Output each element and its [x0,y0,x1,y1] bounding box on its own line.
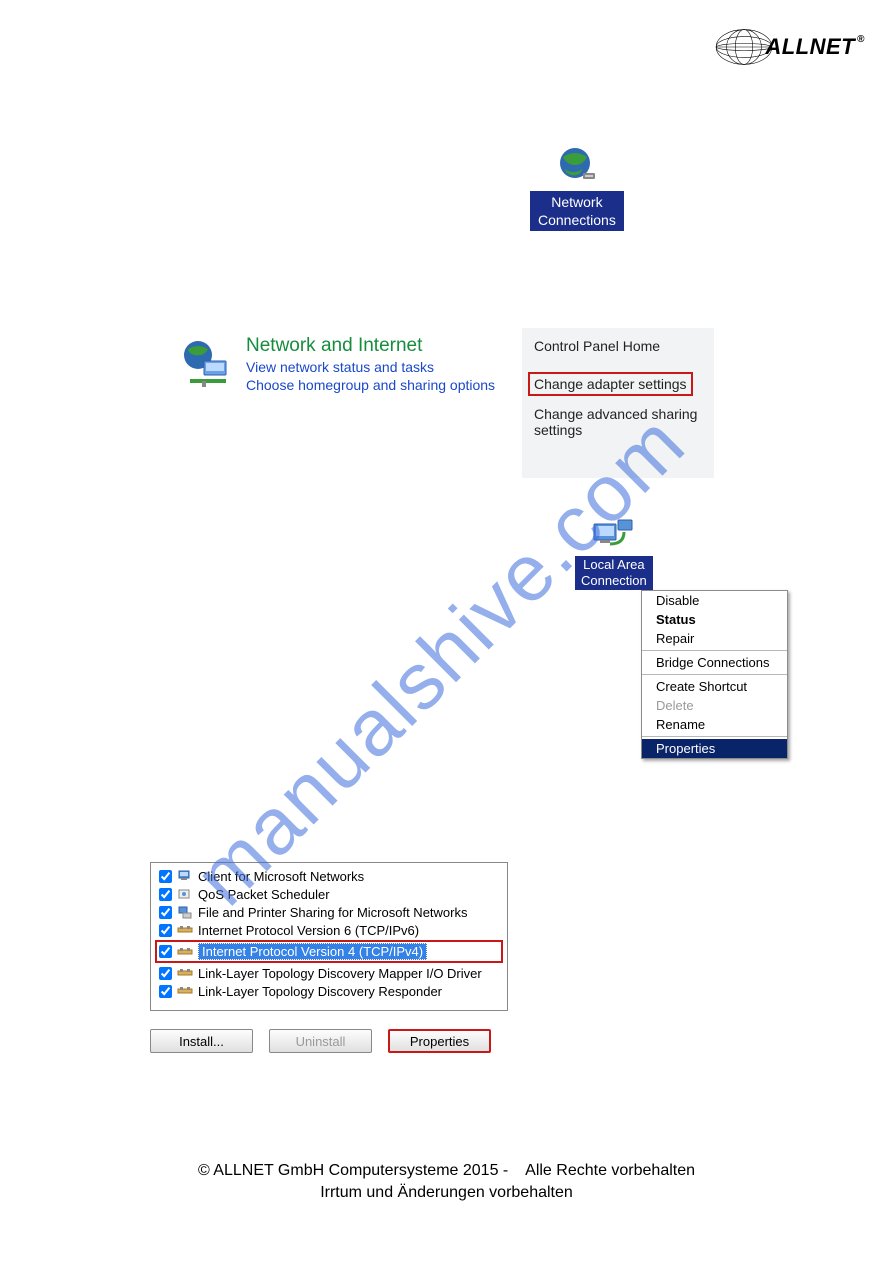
list-item-label: QoS Packet Scheduler [198,887,330,902]
client-icon [177,868,193,884]
menu-properties[interactable]: Properties [642,739,787,758]
control-panel-home-link[interactable]: Control Panel Home [534,338,702,354]
network-and-internet-section: Network and Internet View network status… [180,335,495,393]
properties-button[interactable]: Properties [388,1029,491,1053]
brand-logo: ALLNET® [715,18,865,76]
list-item[interactable]: Client for Microsoft Networks [157,867,501,885]
menu-delete: Delete [642,696,787,715]
menu-repair[interactable]: Repair [642,629,787,648]
menu-bridge[interactable]: Bridge Connections [642,653,787,672]
list-item-label: File and Printer Sharing for Microsoft N… [198,905,467,920]
network-components-list: Client for Microsoft Networks QoS Packet… [150,862,508,1011]
list-item-label: Internet Protocol Version 4 (TCP/IPv4) [198,943,427,960]
menu-shortcut[interactable]: Create Shortcut [642,677,787,696]
change-advanced-sharing-link[interactable]: Change advanced sharing settings [534,406,702,438]
menu-status[interactable]: Status [642,610,787,629]
connection-context-menu: Disable Status Repair Bridge Connections… [641,590,788,759]
qos-icon [177,886,193,902]
menu-rename[interactable]: Rename [642,715,787,734]
list-item-label: Link-Layer Topology Discovery Responder [198,984,442,999]
printer-share-icon [177,904,193,920]
change-adapter-settings-link[interactable]: Change adapter settings [528,372,693,396]
protocol-icon [177,944,193,960]
footer-disclaimer: Irrtum und Änderungen vorbehalten [0,1182,893,1204]
uninstall-button: Uninstall [269,1029,372,1053]
list-item[interactable]: Link-Layer Topology Discovery Mapper I/O… [157,964,501,982]
network-connections-label: Network Connections [530,191,624,231]
list-item-label: Client for Microsoft Networks [198,869,364,884]
view-status-link[interactable]: View network status and tasks [246,359,495,375]
checkbox[interactable] [159,924,172,937]
globe-wire-icon [715,18,773,76]
menu-separator [642,736,787,737]
list-item-label: Link-Layer Topology Discovery Mapper I/O… [198,966,482,981]
homegroup-link[interactable]: Choose homegroup and sharing options [246,377,495,393]
page-footer: © ALLNET GmbH Computersysteme 2015 - All… [0,1160,893,1204]
lan-adapter-icon [590,518,638,554]
list-item-label: Internet Protocol Version 6 (TCP/IPv6) [198,923,419,938]
dialog-buttons-row: Install... Uninstall Properties [150,1029,491,1053]
network-internet-title[interactable]: Network and Internet [246,335,495,357]
menu-separator [642,650,787,651]
list-item[interactable]: File and Printer Sharing for Microsoft N… [157,903,501,921]
local-area-connection-label: Local Area Connection [575,556,653,590]
list-item[interactable]: Internet Protocol Version 6 (TCP/IPv6) [157,921,501,939]
checkbox[interactable] [159,985,172,998]
network-connections-icon-block[interactable]: Network Connections [530,145,624,231]
network-globe-icon [555,145,599,185]
control-panel-sidebar: Control Panel Home Change adapter settin… [522,328,714,478]
list-item[interactable]: Link-Layer Topology Discovery Responder [157,982,501,1000]
checkbox[interactable] [159,945,172,958]
brand-name: ALLNET® [765,34,865,60]
install-button[interactable]: Install... [150,1029,253,1053]
list-item-ipv4-selected[interactable]: Internet Protocol Version 4 (TCP/IPv4) [155,940,503,963]
checkbox[interactable] [159,888,172,901]
checkbox[interactable] [159,967,172,980]
checkbox[interactable] [159,906,172,919]
protocol-icon [177,922,193,938]
footer-rights: Alle Rechte vorbehalten [525,1162,695,1179]
footer-copyright: © ALLNET GmbH Computersysteme 2015 - [198,1162,508,1179]
menu-disable[interactable]: Disable [642,591,787,610]
local-area-connection-icon-block[interactable]: Local Area Connection [575,518,653,590]
protocol-icon [177,965,193,981]
list-item[interactable]: QoS Packet Scheduler [157,885,501,903]
checkbox[interactable] [159,870,172,883]
menu-separator [642,674,787,675]
network-internet-icon [180,337,236,393]
protocol-icon [177,983,193,999]
